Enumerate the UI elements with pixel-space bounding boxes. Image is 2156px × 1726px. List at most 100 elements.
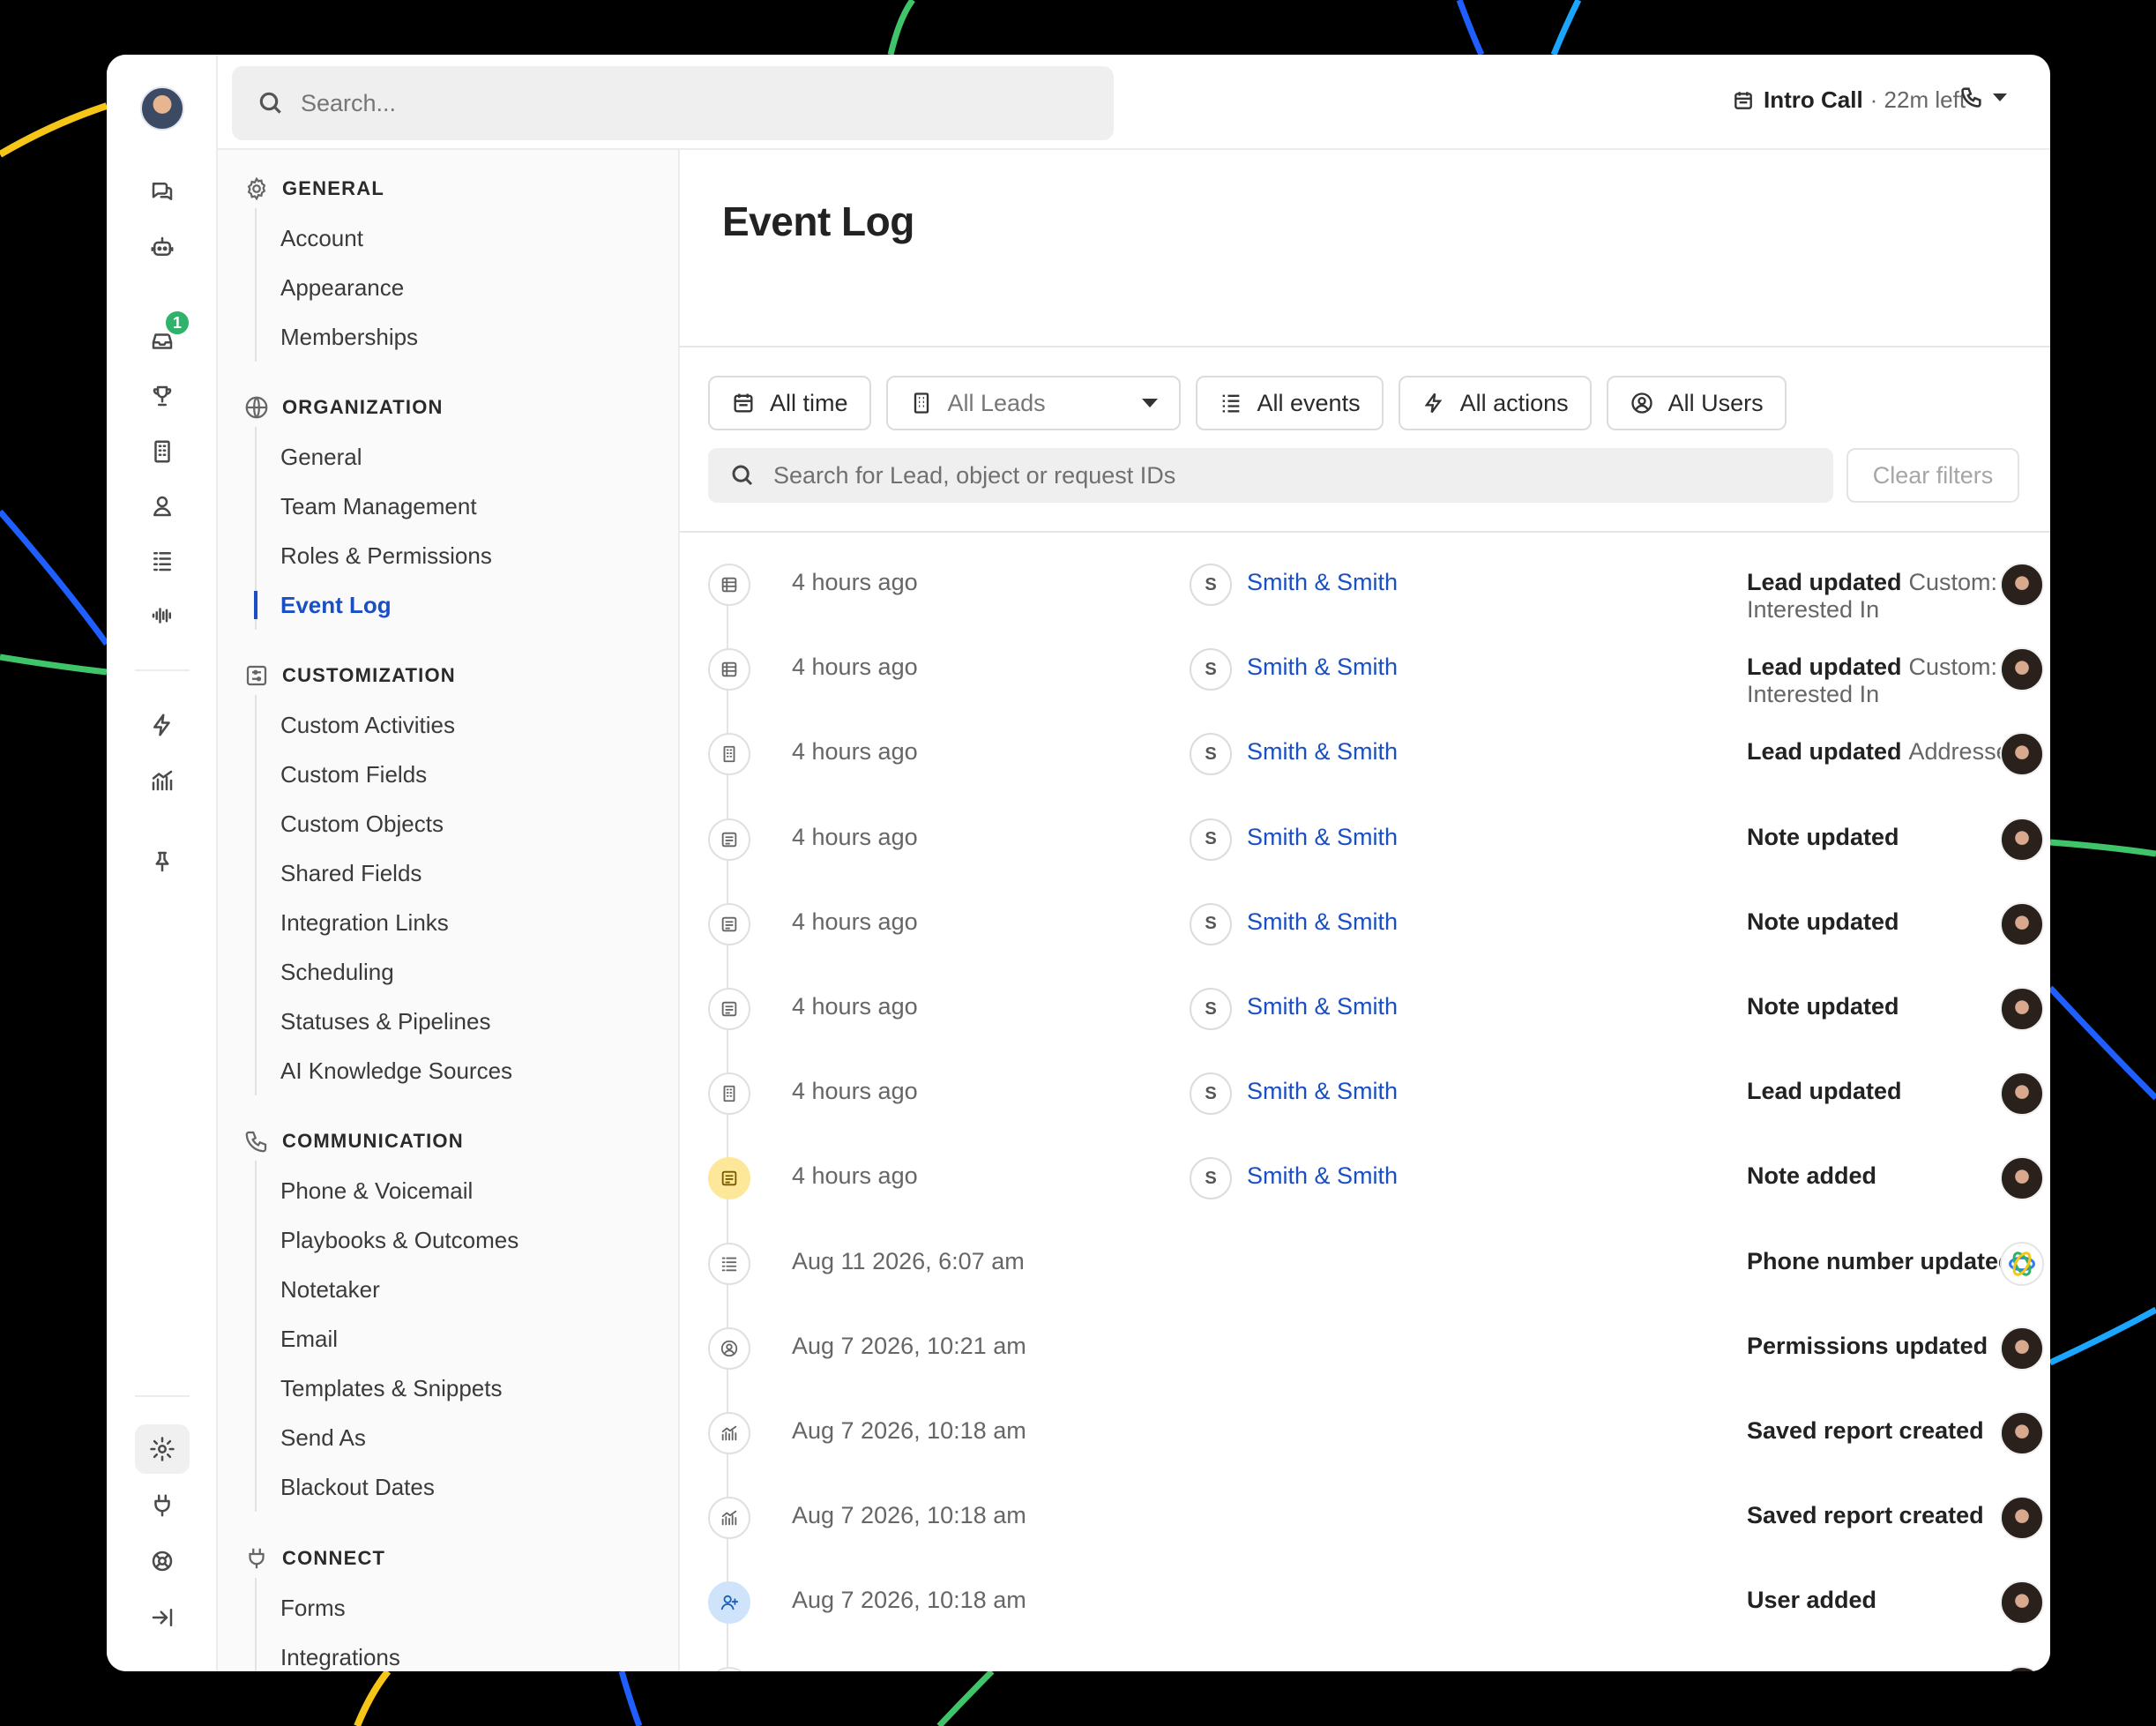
lifebuoy-icon[interactable] [145, 1543, 180, 1579]
person-icon[interactable] [145, 489, 180, 524]
nav-item-event-log[interactable]: Event Log [254, 580, 678, 630]
nav-item-phone-voicemail[interactable]: Phone & Voicemail [257, 1166, 678, 1215]
event-row[interactable]: 4 hours ago S Smith & Smith Note updated [680, 967, 2050, 1051]
reports-icon[interactable] [145, 763, 180, 798]
section-title: CONNECT [282, 1547, 386, 1569]
event-row[interactable]: 4 hours ago S Smith & Smith Note updated [680, 882, 2050, 967]
lead-link[interactable]: Smith & Smith [1247, 569, 1398, 596]
globe-icon [245, 396, 268, 419]
event-row[interactable]: Aug 11 2026, 6:07 am Phone number updated [680, 1222, 2050, 1306]
current-user-avatar[interactable] [140, 86, 184, 131]
event-time: 4 hours ago [792, 823, 918, 850]
waveform-icon[interactable] [145, 598, 180, 633]
nav-item-shared-fields[interactable]: Shared Fields [257, 848, 678, 898]
table-icon [708, 648, 750, 691]
building-icon[interactable] [145, 434, 180, 469]
chart-icon [708, 1412, 750, 1454]
filter-time-button[interactable]: All time [708, 376, 871, 430]
nav-item-appearance[interactable]: Appearance [257, 263, 678, 312]
nav-item-notetaker[interactable]: Notetaker [257, 1265, 678, 1314]
event-row[interactable]: Aug 7 2026, 10:18 am Saved report created [680, 1391, 2050, 1476]
event-search-input[interactable] [773, 461, 1743, 489]
integration-logo-avatar [2000, 1241, 2044, 1286]
bot-icon[interactable] [145, 229, 180, 265]
lead-link[interactable]: Smith & Smith [1247, 654, 1398, 681]
filter-events-label: All events [1257, 389, 1361, 416]
lightning-icon[interactable] [145, 707, 180, 743]
note-yellow-icon [708, 1157, 750, 1200]
nav-item-blackout-dates[interactable]: Blackout Dates [257, 1462, 678, 1512]
building-icon [708, 1072, 750, 1116]
nav-item-roles-permissions[interactable]: Roles & Permissions [257, 531, 678, 580]
global-search[interactable] [232, 66, 1114, 140]
nav-section-general: GENERAL Account Appearance Memberships [218, 169, 678, 362]
settings-gear-icon[interactable] [135, 1424, 190, 1474]
phone-menu-button[interactable] [1959, 85, 2007, 109]
collapse-sidebar-icon[interactable] [145, 1600, 180, 1635]
event-row[interactable]: 4 hours ago S Smith & Smith Note added [680, 1136, 2050, 1221]
nav-item-forms[interactable]: Forms [257, 1583, 678, 1633]
lead-link[interactable]: Smith & Smith [1247, 908, 1398, 936]
event-row[interactable]: Aug 7 2026, 10:18 am User added [680, 1560, 2050, 1645]
filter-users-button[interactable]: All Users [1606, 376, 1787, 430]
event-search[interactable] [708, 448, 1833, 503]
lead-initial-badge: S [1190, 1072, 1232, 1116]
user-avatar [2000, 1411, 2044, 1455]
lead-link[interactable]: Smith & Smith [1247, 824, 1398, 851]
building-icon [708, 733, 750, 776]
lead-initial-badge: S [1190, 818, 1232, 861]
filter-actions-button[interactable]: All actions [1398, 376, 1592, 430]
nav-item-statuses-pipelines[interactable]: Statuses & Pipelines [257, 997, 678, 1046]
lead-link[interactable]: Smith & Smith [1247, 993, 1398, 1020]
nav-item-integrations[interactable]: Integrations [257, 1633, 678, 1671]
nav-item-send-as[interactable]: Send As [257, 1413, 678, 1462]
lightning-icon [1424, 392, 1442, 414]
lead-initial-badge: S [1190, 564, 1232, 606]
nav-item-team-management[interactable]: Team Management [257, 482, 678, 531]
filter-leads-select[interactable]: All Leads [885, 376, 1181, 430]
nav-item-ai-knowledge-sources[interactable]: AI Knowledge Sources [257, 1046, 678, 1095]
event-row[interactable]: 4 hours ago S Smith & Smith Lead updated Add… [680, 712, 2050, 796]
event-description: Saved report created [1747, 1502, 1984, 1529]
search-icon [259, 92, 281, 114]
section-title: COMMUNICATION [282, 1130, 464, 1152]
event-row[interactable]: 4 hours ago S Smith & Smith Lead updated Cus… [680, 627, 2050, 712]
nav-item-custom-fields[interactable]: Custom Fields [257, 750, 678, 799]
section-title: ORGANIZATION [282, 396, 444, 418]
nav-item-memberships[interactable]: Memberships [257, 312, 678, 362]
nav-item-custom-objects[interactable]: Custom Objects [257, 799, 678, 848]
list-icon[interactable] [145, 543, 180, 579]
event-row[interactable]: 4 hours ago S Smith & Smith Note updated [680, 797, 2050, 882]
nav-item-playbooks-outcomes[interactable]: Playbooks & Outcomes [257, 1215, 678, 1265]
user-add-icon [708, 1581, 750, 1625]
event-row[interactable]: Aug 7 2026, 10:18 amPermissions updated [680, 1646, 2050, 1671]
nav-section-communication: COMMUNICATION Phone & Voicemail Playbook… [218, 1122, 678, 1512]
event-row[interactable]: Aug 7 2026, 10:18 am Saved report created [680, 1476, 2050, 1560]
lead-initial-badge: S [1190, 733, 1232, 776]
event-row[interactable]: 4 hours ago S Smith & Smith Lead updated Cus… [680, 542, 2050, 627]
nav-item-custom-activities[interactable]: Custom Activities [257, 700, 678, 750]
trophy-icon[interactable] [145, 378, 180, 414]
event-action: Note updated [1747, 823, 1899, 850]
pin-icon[interactable] [145, 844, 180, 879]
clear-filters-button[interactable]: Clear filters [1846, 448, 2019, 503]
lead-link[interactable]: Smith & Smith [1247, 738, 1398, 766]
filter-events-button[interactable]: All events [1195, 376, 1384, 430]
event-row[interactable]: Aug 7 2026, 10:21 am Permissions updated [680, 1306, 2050, 1391]
event-action: Lead updated [1747, 654, 1902, 681]
current-call-indicator[interactable]: Intro Call · 22m left [1732, 86, 1966, 114]
user-circle-icon [1630, 392, 1652, 414]
nav-item-org-general[interactable]: General [257, 432, 678, 482]
nav-item-integration-links[interactable]: Integration Links [257, 898, 678, 947]
event-time: Aug 7 2026, 10:18 am [792, 1502, 1026, 1529]
global-search-input[interactable] [301, 89, 1006, 117]
conversations-icon[interactable] [145, 174, 180, 209]
nav-item-account[interactable]: Account [257, 213, 678, 263]
event-row[interactable]: 4 hours ago S Smith & Smith Lead updated [680, 1051, 2050, 1136]
nav-item-scheduling[interactable]: Scheduling [257, 947, 678, 997]
lead-link[interactable]: Smith & Smith [1247, 1078, 1398, 1105]
nav-item-templates-snippets[interactable]: Templates & Snippets [257, 1364, 678, 1413]
nav-item-email[interactable]: Email [257, 1314, 678, 1364]
lead-link[interactable]: Smith & Smith [1247, 1162, 1398, 1190]
plug-icon[interactable] [145, 1488, 180, 1523]
